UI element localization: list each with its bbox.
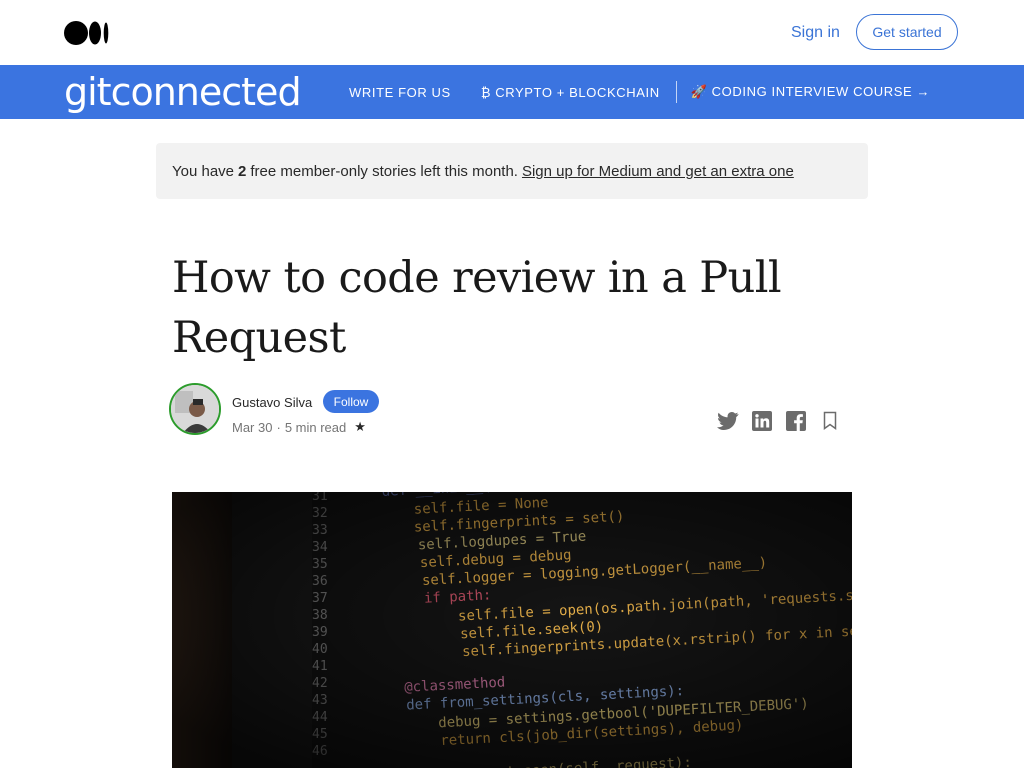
- article-meta: Mar 30 · 5 min read ★: [232, 419, 366, 435]
- code-screenshot: 31323334353637383940414243444546 def __i…: [172, 492, 852, 768]
- meta-separator: ·: [276, 419, 281, 435]
- read-time: 5 min read: [284, 419, 347, 435]
- facebook-icon[interactable]: [785, 410, 807, 432]
- author-photo: [171, 385, 219, 433]
- twitter-icon[interactable]: [717, 410, 739, 432]
- top-bar: Sign in Get started: [0, 0, 1024, 65]
- nav-write-for-us[interactable]: WRITE FOR US: [349, 85, 451, 100]
- hero-image: 31323334353637383940414243444546 def __i…: [172, 492, 852, 768]
- publication-nav: WRITE FOR US ₿ CRYPTO + BLOCKCHAIN 🚀 COD…: [349, 65, 930, 119]
- follow-button[interactable]: Follow: [323, 390, 379, 413]
- author-name[interactable]: Gustavo Silva: [232, 395, 312, 410]
- nav-coding-interview-course[interactable]: 🚀 CODING INTERVIEW COURSE →: [691, 84, 930, 100]
- share-actions: [717, 410, 841, 432]
- medium-logo-icon[interactable]: [64, 20, 110, 46]
- nav-crypto-blockchain[interactable]: ₿ CRYPTO + BLOCKCHAIN: [481, 85, 660, 100]
- author-avatar[interactable]: [169, 383, 221, 435]
- member-star-icon: ★: [354, 419, 366, 434]
- publish-date: Mar 30: [232, 419, 273, 435]
- article-title: How to code review in a Pull Request: [172, 253, 782, 363]
- publication-logo[interactable]: gitconnected: [64, 70, 302, 114]
- linkedin-icon[interactable]: [751, 410, 773, 432]
- sign-up-link[interactable]: Sign up for Medium and get an extra one: [522, 163, 794, 180]
- get-started-button[interactable]: Get started: [856, 14, 958, 50]
- nav-divider: [675, 81, 677, 103]
- member-stories-banner: You have 2 free member-only stories left…: [156, 143, 868, 199]
- banner-count: 2: [238, 162, 247, 180]
- bookmark-icon[interactable]: [819, 410, 841, 432]
- banner-prefix: You have: [172, 162, 235, 180]
- sign-in-link[interactable]: Sign in: [791, 24, 840, 42]
- banner-suffix: free member-only stories left this month…: [250, 162, 518, 180]
